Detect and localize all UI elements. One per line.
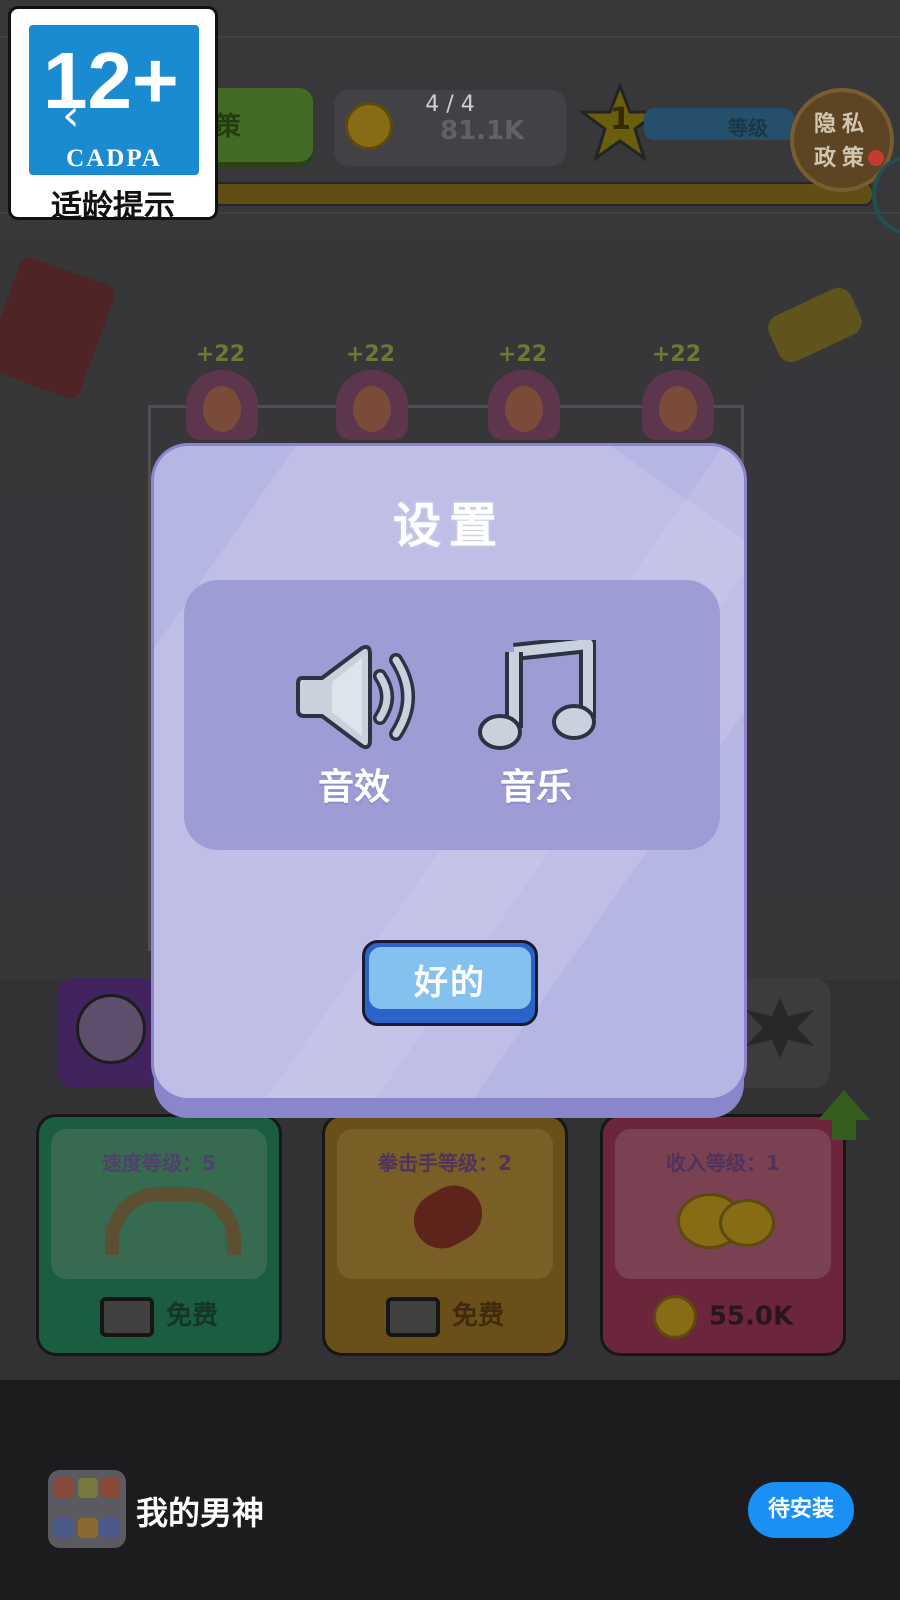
age-rating-org: CADPA — [66, 145, 162, 172]
sound-effects-toggle[interactable]: 音效 — [292, 640, 422, 810]
music-note-icon — [478, 640, 596, 750]
age-rating-caption: 适龄提示 — [51, 189, 175, 225]
ok-button[interactable]: 好的 — [362, 940, 538, 1026]
settings-options-panel: 音效 音乐 — [184, 580, 720, 850]
app-icon[interactable] — [48, 1470, 126, 1548]
ok-button-label: 好的 — [414, 963, 486, 1003]
music-label: 音乐 — [500, 767, 573, 808]
app-name: 我的男神 — [136, 1494, 265, 1532]
speaker-icon — [296, 644, 415, 750]
age-rating-badge: 12+ CADPA 适龄提示 — [8, 6, 218, 225]
sound-effects-label: 音效 — [318, 767, 391, 808]
back-chevron-icon[interactable]: ‹ — [62, 90, 80, 141]
settings-dialog: 设置 音效 音乐 好的 — [154, 446, 744, 1098]
music-toggle[interactable]: 音乐 — [476, 640, 606, 810]
install-button[interactable]: 待安装 — [748, 1482, 854, 1538]
dialog-title: 设置 — [392, 498, 505, 554]
